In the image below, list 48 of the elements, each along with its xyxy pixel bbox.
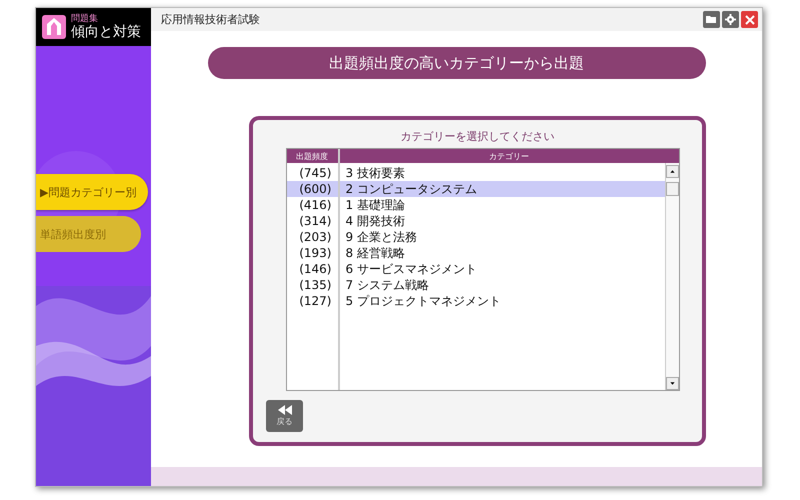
count-cell-text: (416) — [298, 198, 332, 212]
count-cell-text: (203) — [298, 230, 332, 244]
logo-subtitle: 問題集 — [71, 14, 99, 24]
category-cell-text: 8 経営戦略 — [344, 244, 405, 262]
category-cell-text: 2 コンピュータシステム — [344, 180, 477, 198]
count-cell-text: (146) — [298, 262, 332, 276]
scroll-down-icon[interactable] — [666, 377, 678, 390]
scrollbar[interactable] — [664, 163, 678, 390]
settings-button[interactable] — [722, 11, 739, 28]
count-cell-text: (135) — [298, 278, 332, 292]
window-title: 応用情報技術者試験 — [161, 12, 261, 27]
rewind-icon — [278, 405, 292, 415]
category-cell-text: 1 基礎理論 — [344, 196, 405, 214]
table-row[interactable]: (135) 7 システム戦略 — [286, 277, 664, 293]
category-cell-text: 4 開発技術 — [344, 212, 405, 230]
logo-icon — [42, 15, 66, 39]
category-cell-text: 7 システム戦略 — [344, 276, 429, 294]
scroll-thumb[interactable] — [666, 182, 678, 196]
count-cell-text: (193) — [298, 246, 332, 260]
table-row[interactable]: (127) 5 プロジェクトマネジメント — [286, 293, 664, 309]
count-cell-text: (745) — [298, 166, 332, 180]
category-cell-text: 5 プロジェクトマネジメント — [344, 292, 501, 310]
count-cell-text: (127) — [298, 294, 332, 308]
table-row[interactable]: (600) 2 コンピュータシステム — [286, 181, 664, 197]
logo-title: 傾向と対策 — [71, 24, 141, 40]
folder-button[interactable] — [703, 11, 720, 28]
table-row[interactable]: (416) 1 基礎理論 — [286, 197, 664, 213]
category-cell-text: 6 サービスマネジメント — [344, 260, 477, 278]
count-cell-text: (314) — [298, 214, 332, 228]
table-row[interactable]: (203) 9 企業と法務 — [286, 229, 664, 245]
scroll-up-icon[interactable] — [666, 165, 678, 178]
close-icon — [744, 14, 754, 24]
category-cell-text: 3 技術要素 — [344, 164, 405, 182]
sidebar-item[interactable]: ▶問題カテゴリー別 — [36, 174, 148, 210]
table-row[interactable]: (745) 3 技術要素 — [286, 165, 664, 181]
column-header: カテゴリー — [488, 150, 530, 162]
table-row[interactable]: (193) 8 経営戦略 — [286, 245, 664, 261]
back-button[interactable]: 戻る — [266, 400, 303, 432]
folder-icon — [706, 15, 717, 24]
banner-title: 出題頻出度の高いカテゴリーから出題 — [208, 47, 706, 79]
table-row[interactable]: (314) 4 開発技術 — [286, 213, 664, 229]
column-header: 出題頻度 — [286, 149, 340, 163]
close-button[interactable] — [741, 11, 758, 28]
panel-title: カテゴリーを選択してください — [400, 129, 554, 144]
table-row[interactable]: (146) 6 サービスマネジメント — [286, 261, 664, 277]
count-cell-text: (600) — [298, 182, 332, 196]
settings-icon — [725, 14, 736, 25]
category-cell-text: 9 企業と法務 — [344, 228, 417, 246]
